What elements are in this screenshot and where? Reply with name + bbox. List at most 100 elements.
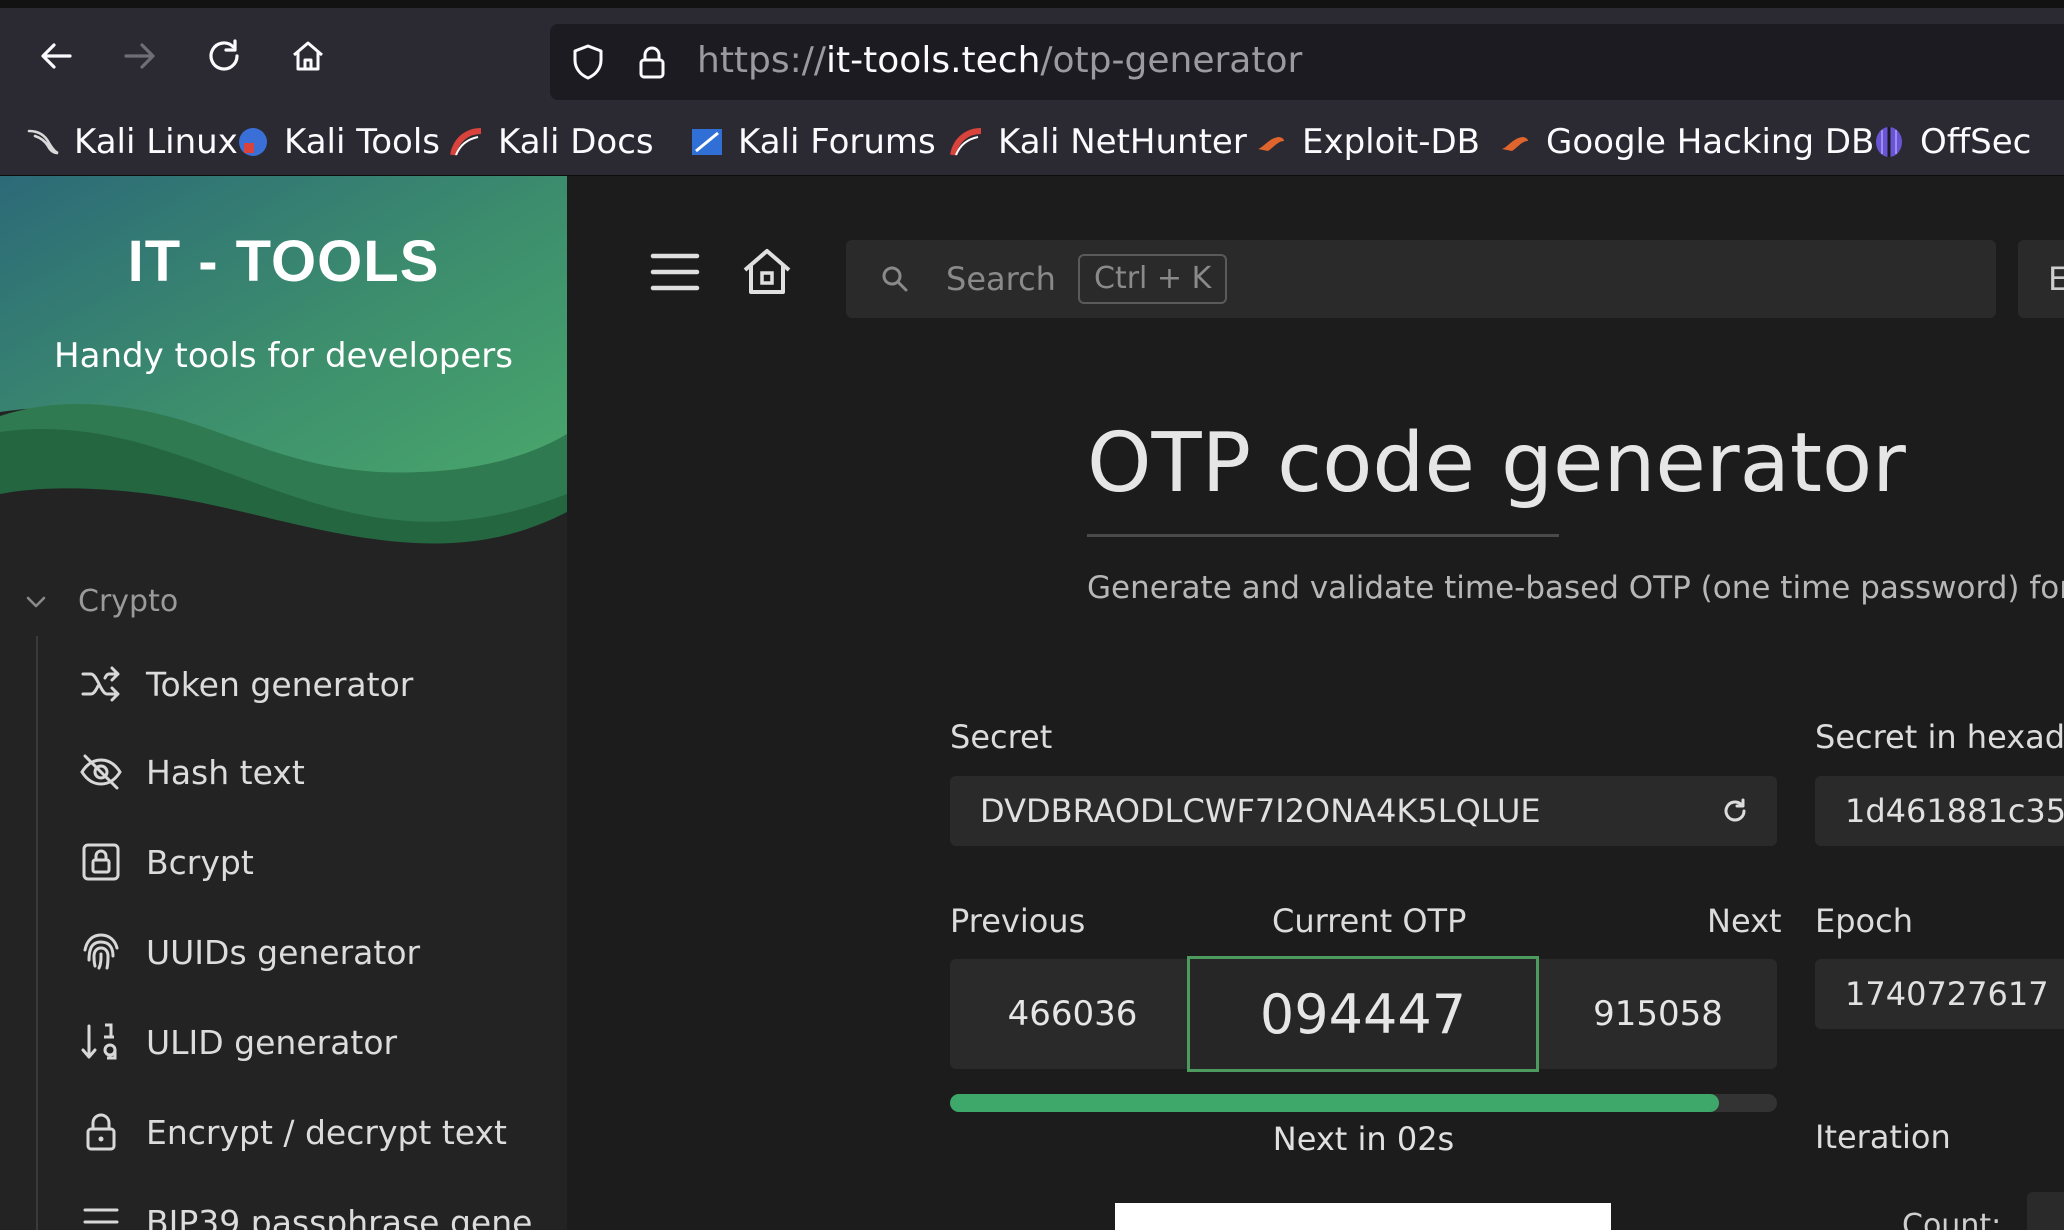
kali-nethunter-icon [950,128,982,156]
home-button[interactable] [278,26,338,86]
secret-input[interactable]: DVDBRAODLCWF7I2ONA4K5LQLUE [950,776,1777,846]
secret-hex-value: 1d461881c358 [1845,792,2064,830]
bookmark-label: Google Hacking DB [1546,122,1875,162]
shield-icon[interactable] [568,42,608,82]
app-logo[interactable]: IT - TOOLS [0,228,567,295]
search-shortcut-badge: Ctrl + K [1078,254,1228,304]
lock-square-icon [82,843,120,881]
page-title: OTP code generator [1087,416,1906,511]
bookmark-kali-forums[interactable]: Kali Forums [690,120,936,164]
kali-forums-icon [692,129,722,155]
search-bar[interactable]: Search Ctrl + K [846,240,1996,318]
sidebar-item-encrypt-decrypt-text[interactable]: Encrypt / decrypt text [78,1102,507,1162]
bookmark-label: Kali Linux [74,122,238,162]
current-otp-label: Current OTP [1272,902,1467,940]
sidebar-item-bip39-passphrase[interactable]: BIP39 passphrase gene [78,1192,532,1230]
qr-code [1115,1203,1611,1230]
page-description: Generate and validate time-based OTP (on… [1087,570,2064,606]
iteration-label: Iteration [1815,1118,1951,1156]
back-button[interactable] [26,26,86,86]
header-right-button-label: E [2048,260,2064,298]
otp-progress-fill [950,1094,1720,1112]
browser-toolbar: https://it-tools.tech/otp-generator [0,8,2064,106]
bookmark-kali-linux[interactable]: Kali Linux [26,120,238,164]
bookmark-label: Kali NetHunter [998,122,1247,162]
bookmark-kali-tools[interactable]: Kali Tools [236,120,440,164]
kali-tools-icon [239,128,267,156]
bookmark-offsec[interactable]: OffSec [1872,120,2031,164]
sidebar-item-token-generator[interactable]: Token generator [78,654,413,714]
url-host: it-tools.tech [826,40,1041,81]
main-content: Search Ctrl + K E OTP code generator Gen… [567,176,2064,1230]
bookmark-exploit-db[interactable]: Exploit-DB [1254,120,1480,164]
tree-line [36,636,38,1230]
epoch-value: 1740727617 [1845,975,2049,1013]
previous-label: Previous [950,902,1086,940]
reload-button[interactable] [194,26,254,86]
address-bar[interactable]: https://it-tools.tech/otp-generator [550,24,2064,100]
sidebar-item-label: Encrypt / decrypt text [146,1112,507,1152]
epoch-label: Epoch [1815,902,1913,940]
reload-icon [209,39,239,71]
chevron-down-icon [26,596,46,607]
bookmark-label: Kali Docs [498,122,654,162]
url-path: /otp-generator [1040,40,1303,81]
shuffle-icon [81,666,120,702]
arrow-left-icon [41,43,72,69]
bookmark-label: Kali Forums [738,122,936,162]
secret-hex-input[interactable]: 1d461881c358 [1815,776,2064,846]
sidebar: IT - TOOLS Handy tools for developers Cr… [0,176,567,1230]
home-icon[interactable] [737,242,797,302]
arrow-right-icon [124,43,155,69]
fingerprint-icon [83,933,119,970]
bookmark-label: Exploit-DB [1302,122,1480,162]
menu-toggle-icon[interactable] [645,244,705,300]
list-icon [83,1208,119,1224]
previous-otp[interactable]: 466036 [950,959,1195,1069]
sidebar-item-label: BIP39 passphrase gene [146,1202,533,1230]
ghdb-icon [1502,137,1528,151]
eye-off-icon [80,754,122,790]
next-otp[interactable]: 915058 [1539,959,1777,1069]
kali-dragon-icon [27,129,59,155]
sidebar-item-hash-text[interactable]: Hash text [78,742,305,802]
next-otp-value: 915058 [1593,994,1723,1034]
title-underline [1087,534,1559,537]
refresh-icon[interactable] [1720,796,1750,826]
sidebar-group-crypto[interactable]: Crypto [22,584,178,619]
lock-icon [86,1113,116,1151]
kali-docs-icon [450,128,482,156]
bookmark-kali-docs[interactable]: Kali Docs [450,120,654,164]
sidebar-item-label: UUIDs generator [146,932,421,972]
otp-progress-bar [950,1094,1777,1112]
sidebar-item-bcrypt[interactable]: Bcrypt [78,832,254,892]
sidebar-item-uuids-generator[interactable]: UUIDs generator [78,922,420,982]
search-icon [882,266,908,292]
current-otp[interactable]: 094447 [1187,956,1539,1072]
sidebar-item-label: Bcrypt [146,842,254,882]
header-right-button[interactable]: E [2018,240,2064,318]
url-text[interactable]: https://it-tools.tech/otp-generator [697,40,1302,81]
bookmark-kali-nethunter[interactable]: Kali NetHunter [950,120,1247,164]
offsec-icon [1876,127,1902,157]
sort-numeric-icon [81,1023,117,1060]
url-scheme: https:// [697,40,827,81]
sidebar-item-ulid-generator[interactable]: ULID generator [78,1012,397,1072]
count-input[interactable] [2027,1192,2064,1230]
bookmark-label: OffSec [1920,122,2032,162]
sidebar-item-label: ULID generator [146,1022,398,1062]
bookmark-google-hacking-db[interactable]: Google Hacking DB [1498,120,1874,164]
search-placeholder: Search [946,260,1056,298]
home-icon [293,41,323,71]
app-tagline: Handy tools for developers [54,336,513,376]
window-top-edge [0,0,2064,8]
exploit-db-icon [1258,137,1284,151]
forward-button[interactable] [110,26,170,86]
bookmark-label: Kali Tools [284,122,440,162]
previous-otp-value: 466036 [1007,994,1138,1034]
lock-icon[interactable] [632,42,672,82]
secret-label: Secret [950,718,1053,756]
epoch-input[interactable]: 1740727617 [1815,959,2064,1029]
next-label: Next [1707,902,1782,940]
sidebar-group-label: Crypto [78,584,179,619]
